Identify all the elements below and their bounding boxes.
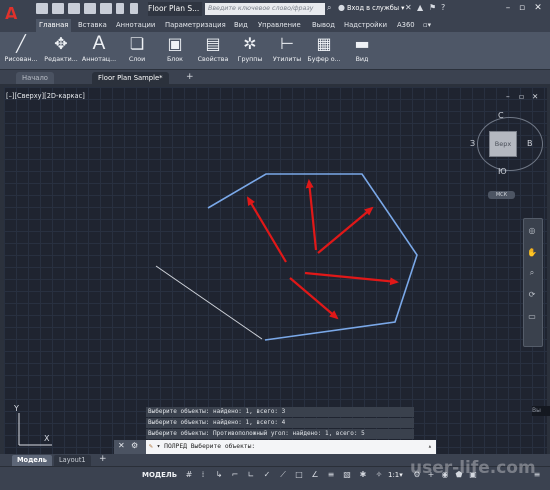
viewcube-top-face[interactable]: Верх	[489, 131, 517, 157]
watermark-text: user-life.com	[410, 458, 536, 478]
red-arrow-1	[246, 196, 287, 263]
side-panel-text: Вы	[532, 406, 550, 416]
infer-icon[interactable]: ↳	[214, 470, 224, 480]
drawing-line[interactable]	[155, 265, 263, 340]
polar-icon[interactable]: ✓	[262, 470, 272, 480]
tab-layout1[interactable]: Layout1	[54, 455, 91, 466]
object-snap-icon[interactable]: □	[294, 470, 304, 480]
transparency-icon[interactable]: ▧	[342, 470, 352, 480]
steering-wheel-icon[interactable]: ◎	[526, 226, 538, 238]
command-expand-icon[interactable]: ▴	[428, 440, 432, 454]
ucs-y-label: Y	[13, 404, 19, 413]
ucs-x-label: X	[44, 434, 50, 443]
command-history-line: Выберите объекты: найдено: 1, всего: 4	[146, 418, 414, 428]
autoscale-icon[interactable]: ✧	[374, 470, 384, 480]
annotation-scale-value: 1:1	[388, 471, 400, 479]
model-space-button[interactable]: МОДЕЛЬ	[142, 471, 177, 479]
close-icon[interactable]: ✕	[118, 441, 125, 450]
compass-north[interactable]: С	[498, 111, 504, 120]
grid-icon[interactable]: #	[184, 470, 194, 480]
tab-model[interactable]: Модель	[12, 455, 52, 466]
zoom-icon[interactable]: ⌕	[526, 268, 538, 280]
wrench-icon[interactable]: ⚙	[131, 441, 138, 450]
command-line-handle[interactable]: ✕ ⚙	[114, 440, 146, 454]
red-arrow-2	[305, 179, 318, 251]
chevron-down-icon: ▾	[399, 471, 403, 479]
annotation-scale[interactable]: 1:1▾	[388, 471, 403, 479]
snap-icon[interactable]: ⁞	[198, 470, 208, 480]
selected-polyline[interactable]	[207, 173, 418, 341]
isodraft-icon[interactable]: ⟋	[278, 470, 288, 480]
compass-south[interactable]: Ю	[498, 167, 507, 176]
annotation-visibility-icon[interactable]: ✱	[358, 470, 368, 480]
dynamic-input-icon[interactable]: ⌐	[230, 470, 240, 480]
wcs-menu[interactable]: МСК	[488, 191, 515, 199]
compass-east[interactable]: В	[527, 139, 533, 148]
command-history-line: Выберите объекты: Противоположный угол: …	[146, 429, 414, 439]
lineweight-icon[interactable]: ≡	[326, 470, 336, 480]
ortho-icon[interactable]: ∟	[246, 470, 256, 480]
command-prompt: ▾ ПОЛРЕД Выберите объекты:	[156, 443, 256, 450]
pencil-icon: ✎	[149, 443, 153, 450]
add-layout-button[interactable]: +	[99, 454, 107, 464]
showmotion-icon[interactable]: ▭	[526, 312, 538, 324]
command-input[interactable]: ✎ ▾ ПОЛРЕД Выберите объекты: ▴	[146, 440, 436, 454]
object-track-icon[interactable]: ∠	[310, 470, 320, 480]
red-arrow-4	[304, 271, 399, 286]
pan-icon[interactable]: ✋	[526, 248, 538, 260]
command-history-line: Выберите объекты: найдено: 1, всего: 3	[146, 407, 414, 417]
red-arrow-5	[289, 277, 339, 320]
red-arrow-3	[317, 206, 374, 254]
orbit-icon[interactable]: ⟳	[526, 290, 538, 302]
compass-west[interactable]: З	[470, 139, 475, 148]
